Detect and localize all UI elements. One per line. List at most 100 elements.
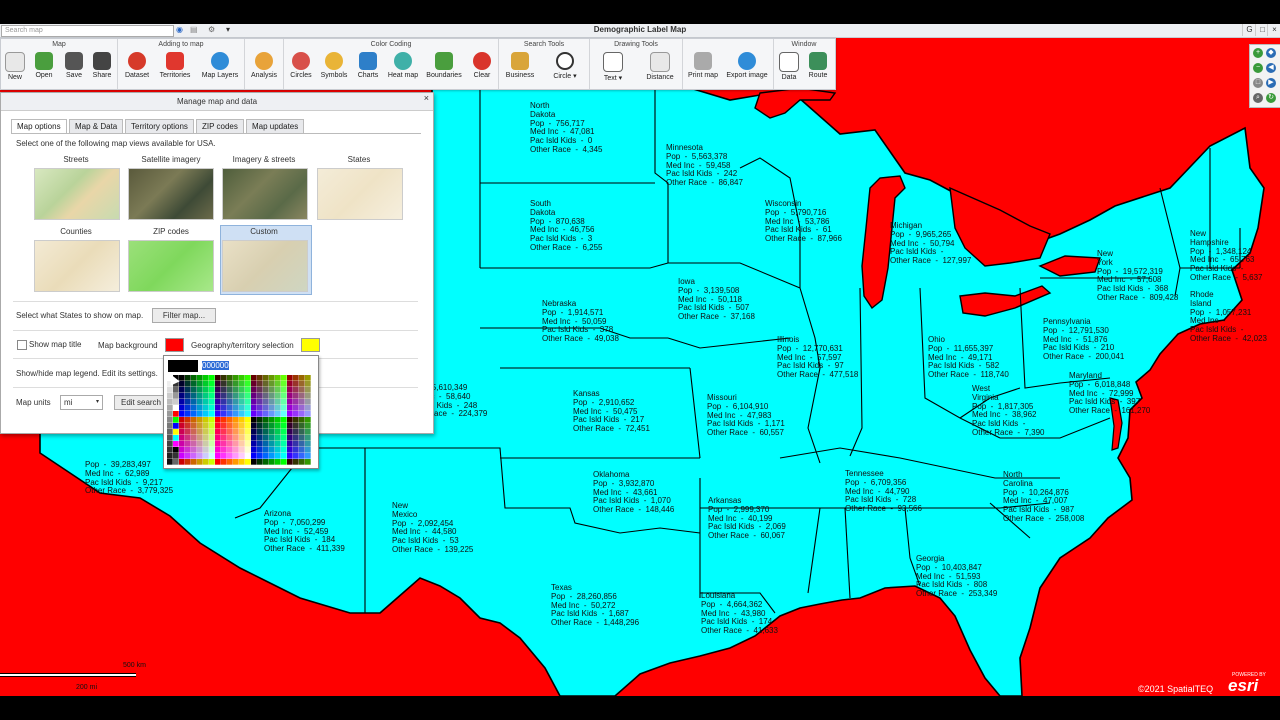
color-swatch[interactable]: [197, 381, 203, 387]
color-swatch[interactable]: [167, 393, 173, 399]
color-swatch[interactable]: [191, 375, 197, 381]
color-swatch[interactable]: [191, 435, 197, 441]
close-window-button[interactable]: ×: [1267, 24, 1280, 36]
color-swatch[interactable]: [269, 399, 275, 405]
color-swatch[interactable]: [245, 405, 251, 411]
color-swatch[interactable]: [203, 435, 209, 441]
color-swatch[interactable]: [185, 375, 191, 381]
color-swatch[interactable]: [209, 417, 215, 423]
color-swatch[interactable]: [245, 441, 251, 447]
color-swatch[interactable]: [263, 381, 269, 387]
color-swatch[interactable]: [281, 447, 287, 453]
color-swatch[interactable]: [275, 429, 281, 435]
color-swatch[interactable]: [221, 441, 227, 447]
color-swatch[interactable]: [257, 399, 263, 405]
color-swatch[interactable]: [209, 411, 215, 417]
color-swatch[interactable]: [179, 393, 185, 399]
forward-icon[interactable]: ▶: [1266, 78, 1276, 88]
color-swatch[interactable]: [215, 435, 221, 441]
color-swatch[interactable]: [167, 423, 173, 429]
color-swatch[interactable]: [203, 399, 209, 405]
color-swatch[interactable]: [215, 411, 221, 417]
view-thumb-streets[interactable]: [34, 168, 120, 220]
color-swatch[interactable]: [257, 453, 263, 459]
color-swatch[interactable]: [203, 375, 209, 381]
color-swatch[interactable]: [185, 453, 191, 459]
color-swatch[interactable]: [227, 447, 233, 453]
color-swatch[interactable]: [239, 453, 245, 459]
color-swatch[interactable]: [299, 423, 305, 429]
color-swatch[interactable]: [167, 417, 173, 423]
pan-icon[interactable]: ◆: [1266, 48, 1276, 58]
color-swatch[interactable]: [233, 393, 239, 399]
color-swatch[interactable]: [257, 447, 263, 453]
color-swatch[interactable]: [281, 459, 287, 465]
new-button[interactable]: New: [3, 52, 27, 81]
color-swatch[interactable]: [239, 375, 245, 381]
color-swatch[interactable]: [203, 411, 209, 417]
color-swatch[interactable]: [245, 417, 251, 423]
zoom-in-icon[interactable]: +: [1253, 48, 1263, 58]
color-swatch[interactable]: [167, 429, 173, 435]
color-swatch[interactable]: [269, 453, 275, 459]
color-swatch[interactable]: [293, 399, 299, 405]
color-swatch[interactable]: [239, 387, 245, 393]
color-swatch[interactable]: [239, 441, 245, 447]
circle-search-button[interactable]: Circle ▾: [545, 52, 585, 80]
color-swatch[interactable]: [281, 411, 287, 417]
color-swatch[interactable]: [287, 429, 293, 435]
view-thumb-counties[interactable]: [34, 240, 120, 292]
color-swatch[interactable]: [239, 405, 245, 411]
color-swatch[interactable]: [257, 405, 263, 411]
dataset-button[interactable]: Dataset: [121, 52, 153, 79]
color-swatch[interactable]: [287, 381, 293, 387]
color-swatch[interactable]: [275, 387, 281, 393]
color-swatch[interactable]: [215, 375, 221, 381]
color-swatch[interactable]: [173, 393, 179, 399]
color-swatch[interactable]: [215, 381, 221, 387]
color-swatch[interactable]: [191, 411, 197, 417]
color-swatch[interactable]: [233, 435, 239, 441]
color-swatch[interactable]: [191, 387, 197, 393]
color-swatch[interactable]: [257, 417, 263, 423]
color-swatch[interactable]: [263, 411, 269, 417]
color-swatch[interactable]: [191, 381, 197, 387]
color-swatch[interactable]: [173, 411, 179, 417]
color-swatch[interactable]: [227, 429, 233, 435]
color-swatch[interactable]: [239, 459, 245, 465]
color-swatch[interactable]: [287, 399, 293, 405]
color-swatch[interactable]: [233, 399, 239, 405]
color-swatch[interactable]: [197, 423, 203, 429]
view-thumb-custom[interactable]: [222, 240, 308, 292]
color-swatch[interactable]: [167, 387, 173, 393]
color-swatch[interactable]: [203, 453, 209, 459]
color-swatch[interactable]: [263, 423, 269, 429]
color-swatch[interactable]: [185, 429, 191, 435]
color-swatch[interactable]: [275, 453, 281, 459]
color-swatch[interactable]: [281, 453, 287, 459]
color-swatch[interactable]: [185, 459, 191, 465]
color-swatch[interactable]: [221, 417, 227, 423]
color-swatch[interactable]: [185, 399, 191, 405]
color-swatch[interactable]: [257, 381, 263, 387]
color-swatch[interactable]: [299, 447, 305, 453]
color-swatch[interactable]: [281, 399, 287, 405]
clear-button[interactable]: Clear: [468, 52, 496, 79]
color-swatch[interactable]: [275, 441, 281, 447]
color-swatch[interactable]: [287, 423, 293, 429]
color-swatch[interactable]: [173, 387, 179, 393]
color-swatch[interactable]: [215, 423, 221, 429]
color-swatch[interactable]: [209, 393, 215, 399]
search-icon[interactable]: ⌕: [1253, 93, 1263, 103]
color-swatch[interactable]: [263, 441, 269, 447]
color-swatch[interactable]: [293, 447, 299, 453]
color-swatch[interactable]: [305, 447, 311, 453]
color-swatch[interactable]: [203, 405, 209, 411]
color-swatch[interactable]: [245, 459, 251, 465]
color-swatch[interactable]: [215, 453, 221, 459]
color-swatch[interactable]: [293, 429, 299, 435]
color-swatch[interactable]: [179, 441, 185, 447]
color-swatch[interactable]: [233, 417, 239, 423]
color-swatch[interactable]: [197, 417, 203, 423]
color-swatch[interactable]: [245, 435, 251, 441]
